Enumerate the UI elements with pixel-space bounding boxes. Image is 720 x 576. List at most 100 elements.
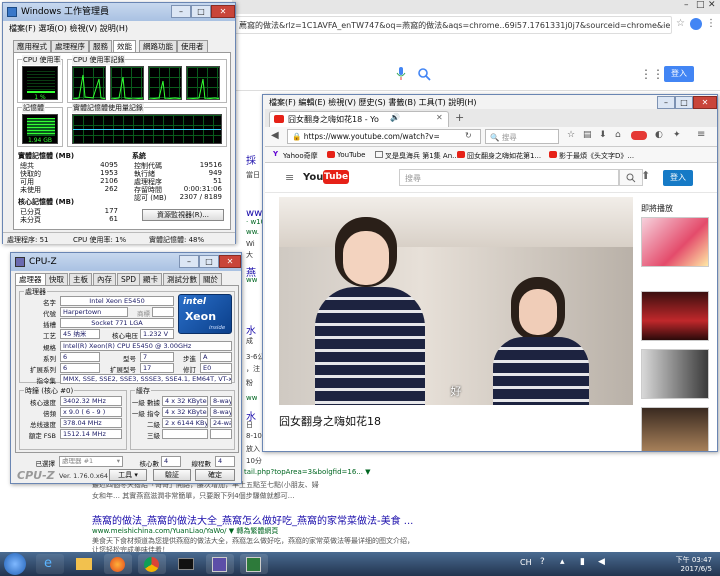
youtube-search-button[interactable] [619, 169, 643, 186]
bookmark-item[interactable]: 叉是臭海兵 第1集 An... [385, 151, 459, 161]
search-icon[interactable] [418, 68, 431, 81]
tab-graphics[interactable]: 顯卡 [139, 273, 162, 285]
bg-snippet[interactable]: 採 [246, 152, 256, 167]
taskbar-app-taskmgr[interactable] [240, 554, 268, 574]
menu-bar[interactable]: 檔案(F) 選項(O) 檢視(V) 說明(H) [9, 23, 128, 34]
bookmark-item[interactable]: 囧女翻身之嗨如花第1... [467, 151, 541, 161]
download-icon[interactable]: ⬇ [599, 130, 607, 140]
clock-time[interactable]: 下午 03:47 [672, 555, 712, 565]
youtube-search-input[interactable]: 搜尋 [399, 169, 619, 186]
chevron-down-icon[interactable]: ▾ [117, 457, 120, 466]
reader-icon[interactable]: ▤ [583, 130, 592, 140]
tab-applications[interactable]: 應用程式 [13, 40, 51, 52]
help-icon[interactable]: ? [540, 557, 545, 567]
youtube-login-button[interactable]: 登入 [663, 170, 693, 186]
maximize-icon[interactable]: □ [696, 0, 705, 10]
bg-snippet[interactable]: 水 [246, 322, 256, 337]
apps-grid-icon[interactable]: ⋮⋮⋮ [640, 67, 676, 81]
tab-bench[interactable]: 測試分數 [163, 273, 201, 285]
ok-button[interactable]: 確定 [195, 469, 235, 481]
url-field[interactable]: 🔒 https://www.youtube.com/watch?v= [287, 129, 481, 144]
video-figure-face [343, 231, 389, 285]
upload-icon[interactable]: ⬆ [641, 169, 650, 182]
adblock-icon[interactable] [631, 131, 647, 140]
video-background [279, 197, 633, 247]
minimize-button[interactable]: – [657, 96, 675, 109]
hamburger-menu-icon[interactable]: ≡ [697, 129, 705, 140]
tab-networking[interactable]: 網路功能 [139, 40, 177, 52]
speaker-icon[interactable]: 🔊 [390, 113, 400, 122]
tools-button[interactable]: 工具 ▾ [109, 469, 147, 481]
new-tab-button[interactable]: + [455, 111, 464, 124]
close-tab-icon[interactable]: ✕ [436, 113, 443, 122]
maximize-button[interactable]: □ [191, 5, 211, 18]
resource-monitor-button[interactable]: 資源監視器(R)... [142, 209, 224, 221]
tab-processes[interactable]: 處理程序 [51, 40, 89, 52]
back-icon[interactable]: ◀ [271, 130, 279, 141]
chrome-menu-icon[interactable]: ⋮ [706, 18, 716, 29]
taskbar-app-chrome[interactable] [138, 554, 166, 574]
taskbar-app-cpuz[interactable] [206, 554, 234, 574]
processor-select[interactable]: 處理器 #1 ▾ [59, 456, 123, 467]
field-label: 步進 [183, 355, 196, 363]
result-title-link[interactable]: 燕窩的做法_燕窩的做法大全_燕窩怎么做好吃_燕窩的家常菜做法-美食 ... [92, 512, 413, 527]
minimize-icon[interactable]: – [684, 0, 689, 10]
star-icon[interactable]: ☆ [676, 18, 688, 30]
tray-arrow-icon[interactable]: ▴ [560, 557, 565, 567]
puzzle-icon[interactable]: ✦ [673, 130, 681, 140]
hamburger-menu-icon[interactable]: ≡ [285, 171, 294, 184]
recommended-thumbnail[interactable] [641, 349, 709, 399]
tab-services[interactable]: 服務 [89, 40, 112, 52]
recommended-thumbnail[interactable] [641, 217, 709, 267]
volume-icon[interactable]: ◀ [598, 557, 605, 567]
bookmark-item[interactable]: YouTube [337, 151, 365, 159]
chrome-extension-icon[interactable] [690, 18, 702, 30]
cpuz-icon [212, 557, 227, 572]
close-button[interactable]: ✕ [693, 96, 717, 109]
bookmarks-bar: Y Yahoo奇摩 YouTube 叉是臭海兵 第1集 An... 囧女翻身之嗨… [265, 147, 717, 163]
mic-icon[interactable] [396, 67, 406, 81]
taskbar-app-ie[interactable]: e [36, 554, 64, 574]
extension-icon[interactable]: ◐ [655, 130, 663, 140]
network-icon[interactable]: ▮ [580, 557, 585, 567]
chrome-address-bar[interactable]: 薦窩的做法&rlz=1C1AVFA_enTW747&oq=燕窩的做法&aqs=c… [232, 16, 672, 34]
tab-cache[interactable]: 快取 [45, 273, 68, 285]
tab-memory[interactable]: 內存 [93, 273, 116, 285]
search-field[interactable]: 🔍 搜尋 [485, 129, 559, 144]
bookmark-item[interactable]: 影于最煩《头文字D》... [559, 151, 634, 161]
taskbar-app-cmd[interactable] [172, 554, 200, 574]
recommended-thumbnail[interactable] [641, 291, 709, 341]
start-button[interactable] [4, 553, 26, 575]
chrome-window-controls[interactable]: – □ ✕ [680, 0, 720, 14]
browser-tab[interactable]: 囧女翻身之嗨如花18 - Yo 🔊 ✕ [269, 111, 449, 127]
maximize-button[interactable]: □ [199, 255, 219, 268]
validate-button[interactable]: 驗証 [153, 469, 191, 481]
home-icon[interactable]: ⌂ [615, 130, 621, 140]
close-icon[interactable]: ✕ [708, 0, 716, 10]
google-search-box[interactable] [232, 64, 442, 86]
close-button[interactable]: ✕ [219, 255, 241, 268]
bg-snippet: 放入 [246, 445, 260, 453]
close-button[interactable]: ✕ [211, 5, 235, 18]
minimize-button[interactable]: – [179, 255, 199, 268]
google-login-button[interactable]: 登入 [664, 66, 694, 82]
recommended-thumbnail[interactable] [641, 407, 709, 451]
tab-mainboard[interactable]: 主板 [69, 273, 92, 285]
video-player[interactable]: 好 [279, 197, 633, 405]
language-indicator[interactable]: CH [520, 558, 532, 567]
youtube-logo[interactable]: You Tube [303, 170, 357, 186]
reload-icon[interactable]: ↻ [465, 131, 472, 140]
clock-date[interactable]: 2017/6/5 [672, 565, 712, 573]
taskbar-app-explorer[interactable] [70, 554, 98, 574]
bookmark-item[interactable]: Yahoo奇摩 [283, 151, 318, 161]
tab-about[interactable]: 關於 [199, 273, 222, 285]
taskbar-app-firefox[interactable] [104, 554, 132, 574]
minimize-button[interactable]: – [171, 5, 191, 18]
field-label: 型号 [123, 355, 136, 363]
tab-spd[interactable]: SPD [117, 273, 141, 285]
menu-bar[interactable]: 檔案(F) 編輯(E) 檢視(V) 歷史(S) 書籤(B) 工具(T) 說明(H… [269, 97, 477, 108]
tab-users[interactable]: 使用者 [177, 40, 208, 52]
star-icon[interactable]: ☆ [567, 130, 575, 140]
task-manager-window: Windows 工作管理員 – □ ✕ 檔案(F) 選項(O) 檢視(V) 說明… [2, 2, 236, 244]
maximize-button[interactable]: □ [675, 96, 693, 109]
